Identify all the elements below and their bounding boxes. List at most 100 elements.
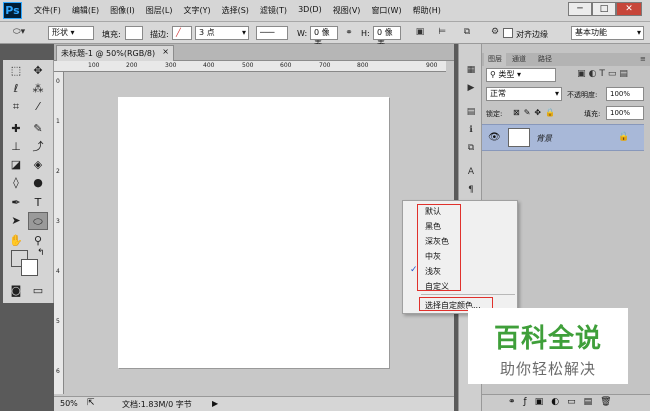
pen-tool-icon[interactable]: ✒ <box>6 194 26 212</box>
type-tool-icon[interactable]: T <box>28 194 48 212</box>
history-brush-tool-icon[interactable]: ⤴ <box>28 138 48 156</box>
menu-3d[interactable]: 3D(D) <box>298 5 322 16</box>
link-icon[interactable]: ⚭ <box>344 29 354 38</box>
minimize-button[interactable]: ─ <box>568 2 592 16</box>
ruler-v-label: 0 <box>56 78 60 85</box>
menu-layer[interactable]: 图层(L) <box>146 5 173 16</box>
document-tab[interactable]: 未标题-1 @ 50%(RGB/8) × <box>56 45 174 61</box>
brush-tool-icon[interactable]: ✎ <box>28 120 48 138</box>
tool-mode-select[interactable]: 形状 ▾ <box>48 26 94 40</box>
options-bar: ⬭▾ 形状 ▾ 填充: 描边: ╱ 3 点▾ ─── W: 0 像素 ⚭ H: … <box>0 22 650 49</box>
stroke-swatch[interactable]: ╱ <box>172 26 192 40</box>
info-icon[interactable]: ℹ <box>464 126 478 135</box>
close-tab-icon[interactable]: × <box>162 47 169 56</box>
close-button[interactable]: ✕ <box>616 2 642 16</box>
crop-tool-icon[interactable]: ⌗ <box>6 98 26 116</box>
ellipse-tool-preset-icon[interactable]: ⬭▾ <box>8 28 30 37</box>
path-arrangement-icon[interactable]: ⧉ <box>461 28 473 37</box>
menu-edit[interactable]: 编辑(E) <box>72 5 99 16</box>
menu-window[interactable]: 窗口(W) <box>371 5 401 16</box>
restore-button[interactable]: □ <box>592 2 616 16</box>
height-field[interactable]: 0 像素 <box>373 26 401 49</box>
menu-image[interactable]: 图像(I) <box>110 5 135 16</box>
status-menu-arrow-icon[interactable]: ▶ <box>212 399 218 408</box>
history-icon[interactable]: ▦ <box>464 66 478 75</box>
tool-mode-value: 形状 <box>52 28 68 37</box>
hand-tool-icon[interactable]: ✋ <box>6 232 26 250</box>
align-edges-label: 对齐边缘 <box>516 30 548 39</box>
lasso-tool-icon[interactable]: ℓ <box>6 80 26 98</box>
healing-brush-tool-icon[interactable]: ✚ <box>6 120 26 138</box>
path-selection-tool-icon[interactable]: ➤ <box>6 212 26 230</box>
photoshop-logo: Ps <box>3 2 22 19</box>
layer-lock-icon: 🔒 <box>618 132 630 142</box>
layer-filter-select[interactable]: ⚲ 类型 ▾ <box>486 68 556 82</box>
path-operations-icon[interactable]: ▣ <box>414 28 426 37</box>
ruler-h-label: 600 <box>280 62 292 69</box>
fill-label: 填充: <box>102 30 121 39</box>
visibility-eye-icon[interactable]: 👁 <box>488 132 501 143</box>
menu-help[interactable]: 帮助(H) <box>413 5 441 16</box>
stroke-size-value: 3 点 <box>199 28 215 37</box>
properties-icon[interactable]: ▤ <box>464 108 478 117</box>
document-canvas[interactable] <box>118 97 389 368</box>
opacity-label: 不透明度: <box>567 91 598 99</box>
menu-list: 文件(F) 编辑(E) 图像(I) 图层(L) 文字(Y) 选择(S) 滤镜(T… <box>34 5 441 16</box>
stroke-type-select[interactable]: ─── <box>256 26 288 40</box>
stroke-size-field[interactable]: 3 点 ▾ <box>195 26 249 40</box>
menu-file[interactable]: 文件(F) <box>34 5 61 16</box>
dodge-tool-icon[interactable]: ● <box>28 174 48 192</box>
menu-filter[interactable]: 滤镜(T) <box>260 5 287 16</box>
horizontal-ruler: 100 200 300 400 500 600 700 800 900 <box>54 61 446 72</box>
paint-bucket-tool-icon[interactable]: ◈ <box>28 156 48 174</box>
tab-channels[interactable]: 通道 <box>508 53 530 66</box>
blur-tool-icon[interactable]: ◊ <box>6 174 26 192</box>
lock-icons[interactable]: ⊠✎✥🔒 <box>513 108 559 117</box>
tab-paths[interactable]: 路径 <box>534 53 556 66</box>
background-color-swatch[interactable] <box>21 259 38 276</box>
clone-source-icon[interactable]: ⧉ <box>464 144 478 153</box>
document-info: 文档:1.83M/0 字节 <box>122 400 192 409</box>
layers-panel-footer: ⚭ƒ▣◐▭▤🗑 <box>482 394 650 411</box>
gear-icon[interactable]: ⚙ <box>489 28 501 37</box>
menu-view[interactable]: 视图(V) <box>333 5 361 16</box>
filter-icons[interactable]: ▣◐T▭▤ <box>562 70 646 79</box>
character-icon[interactable]: A <box>464 168 478 177</box>
panel-tabs: 图层 通道 路径 ≡ <box>482 53 650 66</box>
opacity-field[interactable]: 100% <box>606 87 644 101</box>
tab-layers[interactable]: 图层 <box>484 53 506 66</box>
workspace-select[interactable]: 基本功能 ▾ <box>571 26 644 40</box>
eyedropper-tool-icon[interactable]: ⁄ <box>28 98 48 116</box>
fill-opacity-field[interactable]: 100% <box>606 106 644 120</box>
eraser-tool-icon[interactable]: ◪ <box>6 156 26 174</box>
width-field[interactable]: 0 像素 <box>310 26 338 49</box>
actions-play-icon[interactable]: ▶ <box>464 84 478 93</box>
layer-row-background[interactable]: 👁 背景 🔒 <box>482 124 644 151</box>
ruler-h-label: 300 <box>165 62 177 69</box>
menu-type[interactable]: 文字(Y) <box>183 5 210 16</box>
quick-mask-icon[interactable]: ◙ <box>6 282 26 300</box>
layer-action-icons[interactable]: ⚭ƒ▣◐▭▤🗑 <box>508 397 620 407</box>
magic-wand-tool-icon[interactable]: ⁂ <box>28 80 48 98</box>
paragraph-icon[interactable]: ¶ <box>464 186 478 195</box>
stroke-label: 描边: <box>150 30 169 39</box>
swap-colors-icon[interactable]: ↰ <box>37 248 45 258</box>
marquee-tool-icon[interactable]: ⬚ <box>6 62 26 80</box>
fill-swatch[interactable] <box>125 26 143 40</box>
blend-mode-select[interactable]: 正常 ▾ <box>486 87 562 101</box>
watermark: 百科全说 助你轻松解决 <box>468 308 628 384</box>
lock-label: 锁定: <box>486 110 503 118</box>
screen-mode-icon[interactable]: ▭ <box>28 282 48 300</box>
menu-divider <box>421 294 515 295</box>
ellipse-tool-icon[interactable]: ⬭ <box>28 212 48 230</box>
ruler-v-label: 2 <box>56 168 60 175</box>
path-alignment-icon[interactable]: ⊨ <box>436 28 448 37</box>
clone-stamp-tool-icon[interactable]: ⊥ <box>6 138 26 156</box>
panel-menu-icon[interactable]: ≡ <box>636 53 650 66</box>
align-edges-checkbox[interactable] <box>503 28 513 38</box>
watermark-subtitle: 助你轻松解决 <box>499 360 596 378</box>
zoom-level[interactable]: 50% <box>60 399 78 408</box>
export-icon[interactable]: ⇱ <box>87 398 95 408</box>
menu-select[interactable]: 选择(S) <box>222 5 249 16</box>
move-tool-icon[interactable]: ✥ <box>28 62 48 80</box>
